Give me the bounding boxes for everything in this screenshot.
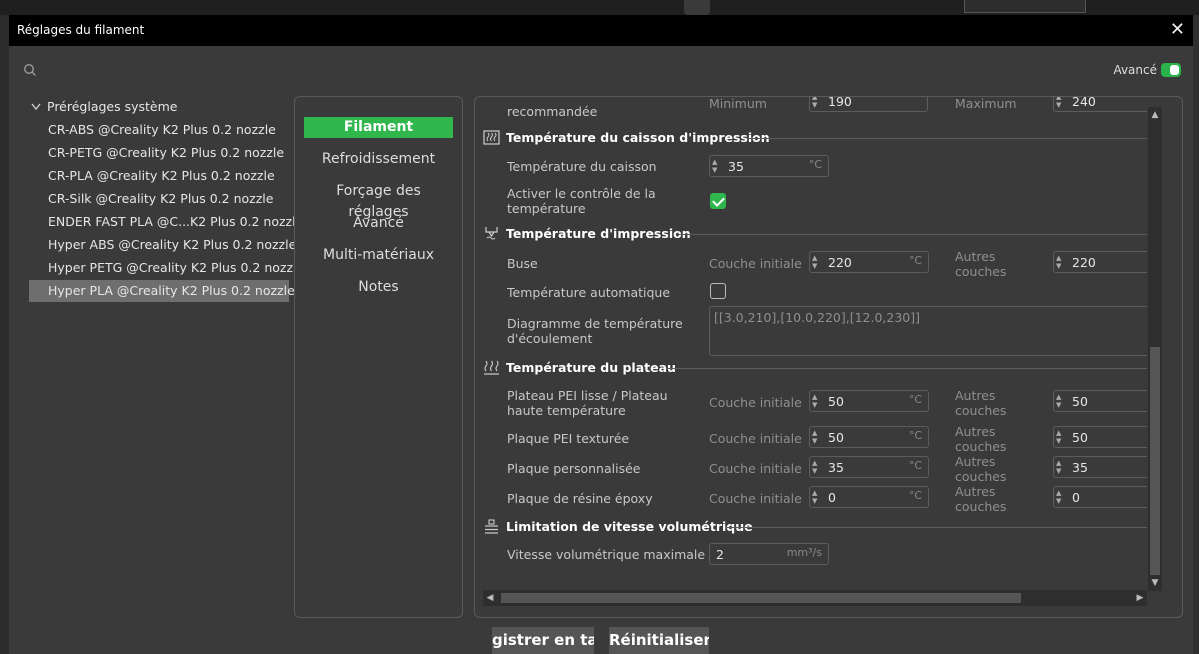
preset-item[interactable]: CR-Silk @Creality K2 Plus 0.2 nozzle: [29, 188, 289, 210]
advanced-toggle[interactable]: [1161, 63, 1181, 77]
preset-item[interactable]: Hyper ABS @Creality K2 Plus 0.2 nozzle: [29, 234, 296, 256]
section-print-temp-title: Température d'impression: [506, 226, 691, 241]
section-divider: [726, 527, 1147, 528]
preset-item[interactable]: Hyper PETG @Creality K2 Plus 0.2 nozzle: [29, 257, 304, 279]
section-chamber-title: Température du caisson d'impression: [506, 130, 770, 145]
filament-settings-dialog: Réglages du filament ✕ Avancé Préréglage…: [9, 15, 1193, 654]
nozzle-other-label: Autres couches: [955, 249, 1007, 279]
bed-row-label: Plaque personnalisée: [507, 461, 641, 476]
section-divider: [679, 234, 1147, 235]
bed-initial-label: Couche initiale: [709, 431, 802, 446]
max-volumetric-input[interactable]: 2 mm³/s: [709, 543, 829, 565]
scroll-down-icon[interactable]: ▼: [1148, 577, 1162, 589]
advanced-mode-row: Avancé: [1113, 63, 1181, 77]
vertical-scroll-thumb[interactable]: [1150, 347, 1160, 575]
auto-temp-label: Température automatique: [507, 285, 671, 300]
scroll-left-icon[interactable]: ◀: [483, 590, 497, 606]
chevron-down-icon[interactable]: [31, 103, 41, 111]
section-bed: Température du plateau: [483, 360, 676, 375]
vertical-scrollbar[interactable]: ▲ ▼: [1148, 107, 1162, 591]
category-tab[interactable]: Multi-matériaux: [304, 245, 453, 266]
recommended-label: recommandée: [507, 104, 598, 119]
bed-initial-label: Couche initiale: [709, 461, 802, 476]
section-divider: [748, 138, 1147, 139]
bed-initial-label: Couche initiale: [709, 491, 802, 506]
chamber-temp-label: Température du caisson: [507, 159, 657, 174]
bed-initial-input[interactable]: ▲ ▼ 0 °C: [809, 486, 929, 508]
max-volumetric-label: Vitesse volumétrique maximale: [507, 547, 706, 562]
preset-item[interactable]: Hyper PLA @Creality K2 Plus 0.2 nozzle: [29, 280, 295, 302]
bed-other-input[interactable]: ▲ ▼ 35: [1053, 456, 1147, 478]
tree-group-label: Préréglages système: [47, 99, 178, 114]
background-panel-edge: [1193, 15, 1199, 654]
bed-other-label: Autres couches: [955, 388, 1007, 418]
tree-group-header[interactable]: Préréglages système: [31, 99, 178, 114]
background-field: [964, 0, 1086, 13]
section-volumetric-title: Limitation de vitesse volumétrique: [506, 519, 753, 534]
close-icon[interactable]: ✕: [1170, 19, 1185, 40]
bed-other-input[interactable]: ▲ ▼ 0: [1053, 486, 1147, 508]
settings-content: recommandée Minimum ▲ ▼ 190 Maximum ▲ ▼ 240 …: [483, 97, 1147, 592]
category-panel: Filament Refroidissement Forçage des régla…: [294, 96, 463, 618]
title-bar: Réglages du filament ✕: [9, 15, 1193, 46]
category-tab[interactable]: Refroidissement: [304, 149, 453, 170]
chamber-heat-icon: [483, 130, 500, 145]
bed-other-label: Autres couches: [955, 454, 1007, 484]
background-toolbar: [0, 0, 1199, 15]
nozzle-other-input[interactable]: ▲ ▼ 220: [1053, 251, 1147, 273]
bed-initial-input[interactable]: ▲ ▼ 35 °C: [809, 456, 929, 478]
horizontal-scroll-thumb[interactable]: [501, 593, 1021, 603]
search-icon[interactable]: [23, 63, 37, 77]
max-label: Maximum: [955, 97, 1017, 111]
nozzle-label: Buse: [507, 256, 538, 271]
section-bed-title: Température du plateau: [506, 360, 676, 375]
category-tab[interactable]: Avancé: [304, 213, 453, 234]
bed-row-label: Plaque de résine époxy: [507, 491, 653, 506]
max-temp-input[interactable]: ▲ ▼ 240: [1053, 97, 1147, 112]
reset-button[interactable]: Réinitialiser: [609, 627, 709, 654]
section-print-temp: Température d'impression: [483, 226, 691, 241]
min-temp-input[interactable]: ▲ ▼ 190: [809, 97, 928, 112]
horizontal-scrollbar[interactable]: ◀ ▶: [483, 590, 1147, 606]
flow-temp-textarea[interactable]: [[3.0,210],[10.0,220],[12.0,230]]: [709, 306, 1147, 356]
category-tab[interactable]: Notes: [304, 277, 453, 298]
chamber-control-label: Activer le contrôle de la température: [507, 186, 656, 216]
preset-item[interactable]: CR-ABS @Creality K2 Plus 0.2 nozzle: [29, 119, 289, 141]
section-chamber: Température du caisson d'impression: [483, 130, 770, 145]
bed-heat-icon: [484, 360, 499, 375]
bed-other-input[interactable]: ▲ ▼ 50: [1053, 390, 1147, 412]
settings-panel: recommandée Minimum ▲ ▼ 190 Maximum ▲ ▼ 240 …: [474, 96, 1183, 618]
preset-item[interactable]: ENDER FAST PLA @C...K2 Plus 0.2 nozzle: [29, 211, 303, 233]
advanced-label: Avancé: [1113, 63, 1157, 77]
bed-row-label: Plaque PEI texturée: [507, 431, 630, 446]
nozzle-initial-input[interactable]: ▲ ▼ 220 °C: [809, 251, 929, 273]
bed-other-label: Autres couches: [955, 424, 1007, 454]
scroll-up-icon[interactable]: ▲: [1148, 109, 1162, 121]
volumetric-speed-icon: [485, 519, 498, 534]
bed-initial-label: Couche initiale: [709, 395, 802, 410]
flow-temp-label: Diagramme de température d'écoulement: [507, 316, 683, 346]
section-volumetric: Limitation de vitesse volumétrique: [483, 519, 753, 534]
save-as-button[interactable]: gistrer en tan: [492, 627, 594, 654]
bed-initial-input[interactable]: ▲ ▼ 50 °C: [809, 426, 929, 448]
category-tab[interactable]: Filament: [304, 117, 453, 138]
background-settings-icon: [684, 0, 710, 15]
dialog-title: Réglages du filament: [17, 23, 145, 37]
min-label: Minimum: [709, 97, 767, 111]
bed-row-label: Plateau PEI lisse / Plateau haute tempér…: [507, 388, 668, 418]
preset-item[interactable]: CR-PETG @Creality K2 Plus 0.2 nozzle: [29, 142, 289, 164]
bed-initial-input[interactable]: ▲ ▼ 50 °C: [809, 390, 929, 412]
category-tab[interactable]: Forçage des réglages: [304, 181, 453, 220]
nozzle-temp-icon: [485, 227, 498, 240]
section-divider: [666, 368, 1147, 369]
chamber-temp-input[interactable]: ▲ ▼ 35 °C: [709, 155, 829, 177]
preset-item[interactable]: CR-PLA @Creality K2 Plus 0.2 nozzle: [29, 165, 289, 187]
bed-other-input[interactable]: ▲ ▼ 50: [1053, 426, 1147, 448]
auto-temp-checkbox[interactable]: [710, 283, 726, 299]
scroll-right-icon[interactable]: ▶: [1133, 590, 1147, 606]
chamber-control-checkbox[interactable]: [710, 193, 726, 209]
nozzle-initial-label: Couche initiale: [709, 256, 802, 271]
bed-other-label: Autres couches: [955, 484, 1007, 514]
